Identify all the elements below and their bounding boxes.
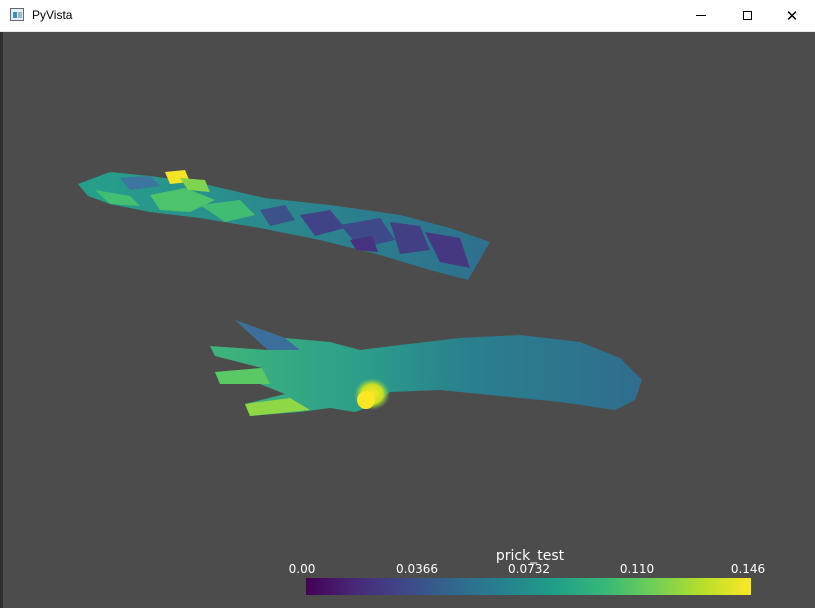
maximize-button[interactable] — [724, 0, 770, 31]
minimize-button[interactable] — [678, 0, 724, 31]
pyvista-window: PyVista ✕ prick_test 0.00 0.0366 0.0732 … — [0, 0, 815, 608]
minimize-icon — [696, 15, 706, 16]
scalar-bar-tick: 0.146 — [730, 562, 766, 576]
title-bar[interactable]: PyVista ✕ — [0, 0, 815, 32]
scalar-bar-tick: 0.00 — [288, 562, 316, 576]
maximize-icon — [742, 11, 752, 20]
pyvista-app-icon — [10, 8, 24, 21]
arm-mesh-smooth — [210, 320, 642, 416]
scalar-bar-tick: 0.110 — [619, 562, 655, 576]
scalar-bar-tick: 0.0732 — [508, 562, 550, 576]
window-title: PyVista — [32, 8, 73, 22]
render-viewport[interactable] — [0, 32, 815, 608]
scalar-bar-colorbar — [306, 578, 751, 595]
close-button[interactable]: ✕ — [769, 0, 815, 31]
close-icon: ✕ — [785, 6, 799, 25]
scalar-bar-tick: 0.0366 — [396, 562, 438, 576]
arm-mesh-wireframe-patches — [78, 170, 490, 280]
